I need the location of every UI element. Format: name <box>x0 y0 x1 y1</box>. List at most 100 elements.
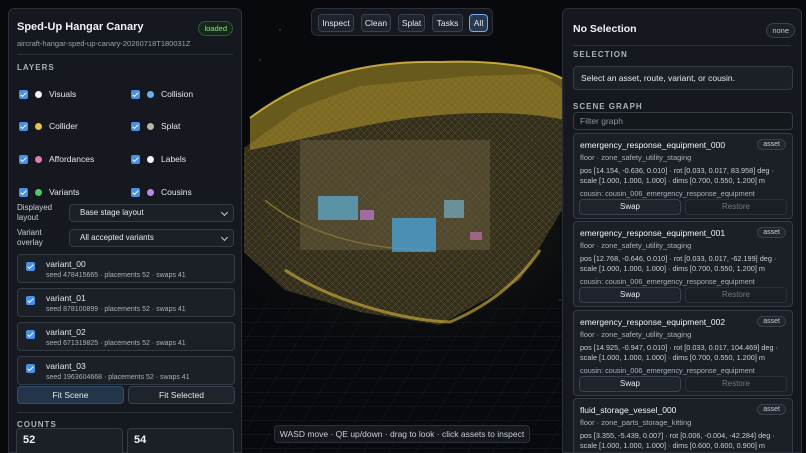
checkbox[interactable] <box>19 154 28 164</box>
layer-color-dot <box>147 122 154 130</box>
asset-pose: pos [12.768, -0.646, 0.010] · rot [0.033… <box>580 254 777 263</box>
layer-toggle-collider[interactable]: Collider <box>19 119 78 133</box>
checkbox[interactable] <box>131 154 140 164</box>
asset-name: emergency_response_equipment_002 <box>580 317 726 327</box>
checkbox[interactable] <box>131 89 140 99</box>
displayed-layout-select[interactable]: Base stage layout <box>69 204 234 222</box>
inspector-panel: No Selection none SELECTION Select an as… <box>562 8 802 453</box>
swap-button[interactable]: Swap <box>579 287 681 303</box>
layer-color-dot <box>147 188 154 196</box>
layer-color-dot <box>147 155 154 163</box>
variant-meta: seed 671319825 · placements 52 · swaps 4… <box>46 340 186 347</box>
variant-meta: seed 878100899 · placements 52 · swaps 4… <box>46 306 186 313</box>
splat-button[interactable]: Splat <box>398 14 425 32</box>
layer-color-dot <box>35 155 42 163</box>
layer-toggle-affordances[interactable]: Affordances <box>19 152 94 166</box>
fit-scene-button[interactable]: Fit Scene <box>17 386 124 404</box>
checkbox[interactable] <box>26 262 35 271</box>
asset-location: floor · zone_safety_utility_staging <box>580 153 692 162</box>
fit-selected-button[interactable]: Fit Selected <box>128 386 235 404</box>
variant-overlay-label: Variant overlay <box>17 228 43 247</box>
scene-title: Sped-Up Hangar Canary <box>17 21 144 33</box>
variant-overlay-select[interactable]: All accepted variants <box>69 229 234 247</box>
layer-toggle-splat[interactable]: Splat <box>131 119 180 133</box>
selection-heading: SELECTION <box>573 50 628 59</box>
all-button[interactable]: All <box>469 14 488 32</box>
asset-pose: pos [3.355, -5.439, 0.007] · rot [0.006,… <box>580 431 775 440</box>
asset-type-badge: asset <box>757 227 786 238</box>
layer-label: Labels <box>161 154 187 164</box>
layer-toggle-visuals[interactable]: Visuals <box>19 87 76 101</box>
checkbox[interactable] <box>26 330 35 339</box>
count-card-assets: 54 <box>127 428 234 453</box>
asset-card-emergency-response-equipment-001[interactable]: emergency_response_equipment_001 asset f… <box>573 221 793 307</box>
restore-button[interactable]: Restore <box>685 376 787 392</box>
layer-color-dot <box>147 90 154 98</box>
asset-scale: scale [1.000, 1.000, 1.000] · dims [0.70… <box>580 353 765 362</box>
layer-label: Collider <box>49 121 78 131</box>
asset-scale: scale [1.000, 1.000, 1.000] · dims [0.60… <box>580 441 765 450</box>
layer-color-dot <box>35 90 42 98</box>
asset-type-badge: asset <box>757 404 786 415</box>
variant-name: variant_03 <box>46 361 86 371</box>
asset-cousin: cousin: cousin_006_emergency_response_eq… <box>580 277 755 286</box>
layer-label: Splat <box>161 121 181 131</box>
asset-scale: scale [1.000, 1.000, 1.000] · dims [0.70… <box>580 176 765 185</box>
layer-label: Variants <box>49 187 80 197</box>
displayed-layout-label: Displayed layout <box>17 203 53 222</box>
checkbox[interactable] <box>19 121 28 131</box>
asset-cousin: cousin: cousin_006_emergency_response_eq… <box>580 366 755 375</box>
variant-name: variant_00 <box>46 259 86 269</box>
asset-location: floor · zone_safety_utility_staging <box>580 330 692 339</box>
variant-item-00[interactable]: variant_00 seed 478415665 · placements 5… <box>17 254 235 283</box>
scene-header: Sped-Up Hangar Canary loaded <box>17 21 233 37</box>
tasks-button[interactable]: Tasks <box>432 14 463 32</box>
checkbox[interactable] <box>19 187 28 197</box>
swap-button[interactable]: Swap <box>579 376 681 392</box>
variant-item-01[interactable]: variant_01 seed 878100899 · placements 5… <box>17 288 235 317</box>
inspector-title: No Selection <box>573 23 637 35</box>
layer-color-dot <box>35 122 42 130</box>
divider <box>573 45 791 46</box>
mode-toolbar: Inspect Clean Splat Tasks All <box>311 8 493 36</box>
asset-cousin: cousin: cousin_006_emergency_response_eq… <box>580 189 755 198</box>
divider <box>17 412 233 413</box>
checkbox[interactable] <box>131 121 140 131</box>
filter-graph-input[interactable]: Filter graph <box>573 112 793 130</box>
layer-toggle-collision[interactable]: Collision <box>131 87 193 101</box>
asset-type-badge: asset <box>757 139 786 150</box>
asset-card-fluid-storage-vessel-000[interactable]: fluid_storage_vessel_000 asset floor · z… <box>573 398 793 452</box>
scene-graph-heading: SCENE GRAPH <box>573 102 643 111</box>
asset-pose: pos [14.154, -0.636, 0.010] · rot [0.033… <box>580 166 774 175</box>
restore-button[interactable]: Restore <box>685 287 787 303</box>
status-badge: loaded <box>198 21 233 36</box>
asset-card-emergency-response-equipment-000[interactable]: emergency_response_equipment_000 asset f… <box>573 133 793 219</box>
asset-location: floor · zone_safety_utility_staging <box>580 241 692 250</box>
divider <box>17 54 233 55</box>
checkbox[interactable] <box>26 296 35 305</box>
layer-toggle-variants[interactable]: Variants <box>19 185 80 199</box>
select-value: Base stage layout <box>80 208 144 217</box>
checkbox[interactable] <box>26 364 35 373</box>
restore-button[interactable]: Restore <box>685 199 787 215</box>
variant-item-02[interactable]: variant_02 seed 671319825 · placements 5… <box>17 322 235 351</box>
asset-card-emergency-response-equipment-002[interactable]: emergency_response_equipment_002 asset f… <box>573 310 793 396</box>
selection-info: Select an asset, route, variant, or cous… <box>573 66 793 90</box>
controls-hint: WASD move · QE up/down · drag to look · … <box>274 425 530 443</box>
chevron-down-icon <box>220 233 229 242</box>
checkbox[interactable] <box>131 187 140 197</box>
count-card-placements: 52 <box>16 428 123 453</box>
asset-scale: scale [1.000, 1.000, 1.000] · dims [0.70… <box>580 264 765 273</box>
clean-button[interactable]: Clean <box>361 14 391 32</box>
layer-toggle-cousins[interactable]: Cousins <box>131 185 192 199</box>
variant-item-03[interactable]: variant_03 seed 1963604668 · placements … <box>17 356 235 385</box>
checkbox[interactable] <box>19 89 28 99</box>
layer-label: Visuals <box>49 89 77 99</box>
scene-id: aircraft-hangar-sped-up-canary-20260718T… <box>17 39 191 48</box>
select-value: All accepted variants <box>80 233 154 242</box>
asset-pose: pos [14.925, -0.947, 0.010] · rot [0.033… <box>580 343 778 352</box>
swap-button[interactable]: Swap <box>579 199 681 215</box>
inspect-button[interactable]: Inspect <box>318 14 354 32</box>
layer-toggle-labels[interactable]: Labels <box>131 152 186 166</box>
variant-name: variant_01 <box>46 293 86 303</box>
